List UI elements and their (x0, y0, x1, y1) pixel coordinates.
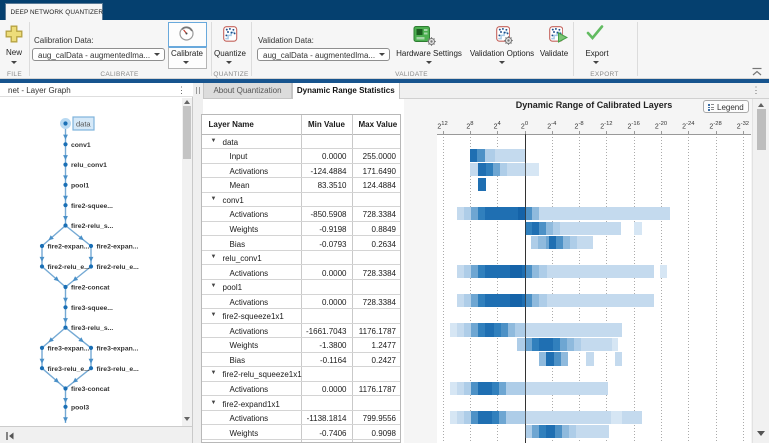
svg-text:fire2-concat: fire2-concat (71, 285, 110, 292)
svg-text:fire3-concat: fire3-concat (71, 386, 110, 393)
svg-text:fire3-relu_e...: fire3-relu_e... (97, 366, 139, 373)
svg-text:fire2-relu_s...: fire2-relu_s... (71, 223, 113, 230)
svg-text:fire3-squee...: fire3-squee... (71, 305, 113, 312)
svg-text:fire3-expan...: fire3-expan... (97, 346, 139, 353)
svg-text:fire3-expan...: fire3-expan... (48, 346, 90, 353)
svg-text:conv1: conv1 (71, 142, 91, 149)
svg-text:data: data (76, 119, 91, 128)
svg-text:fire3-relu_s...: fire3-relu_s... (71, 325, 113, 332)
svg-text:fire3-relu_e...: fire3-relu_e... (48, 366, 90, 373)
svg-text:fire2-expan...: fire2-expan... (48, 244, 90, 251)
svg-text:fire2-squee...: fire2-squee... (71, 203, 113, 210)
svg-text:fire2-relu_e...: fire2-relu_e... (97, 264, 139, 271)
svg-text:relu_conv1: relu_conv1 (71, 162, 107, 169)
svg-text:pool3: pool3 (71, 404, 89, 411)
svg-text:fire2-expan...: fire2-expan... (97, 244, 139, 251)
svg-text:fire2-relu_e...: fire2-relu_e... (48, 264, 90, 271)
svg-text:pool1: pool1 (71, 183, 89, 190)
